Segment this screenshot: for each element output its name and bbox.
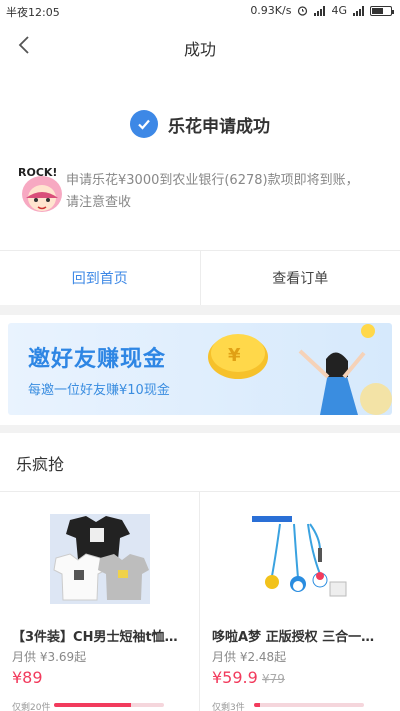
status-time: 半夜12:05 <box>6 6 60 19</box>
page-title: 成功 <box>183 40 216 59</box>
banner-subtitle: 每邀一位好友赚¥10现金 <box>28 383 170 398</box>
success-description: 申请乐花¥3000到农业银行(6278)款项即将到账，请注意查收 <box>66 173 359 210</box>
success-title: 乐花申请成功 <box>168 116 270 137</box>
back-home-button[interactable]: 回到首页 <box>0 251 200 305</box>
action-row: 回到首页 查看订单 <box>0 250 400 305</box>
network-speed: 0.93K/s <box>250 4 292 17</box>
product-card[interactable]: 【3件装】CH男士短袖t恤… 月供 ¥3.69起 ¥89 仅剩20件 <box>0 492 200 711</box>
alarm-icon <box>298 6 308 16</box>
product-price: ¥59.9 <box>212 668 258 687</box>
status-right: 0.93K/s 4G <box>250 4 394 17</box>
original-price: ¥79 <box>262 672 285 686</box>
doraemon-cable-product-image <box>250 514 350 604</box>
success-card: 乐花申请成功 ROCK! 申请乐花¥3000到农业银行(6278)款项即将到账，… <box>0 70 400 250</box>
stock-remaining: 仅剩20件 <box>12 703 51 711</box>
sticker-text: ROCK! <box>18 166 57 179</box>
invite-banner[interactable]: 邀好友赚现金 每邀一位好友赚¥10现金 ¥ <box>8 323 392 415</box>
network-type: 4G <box>331 4 347 17</box>
stock-progress-fill <box>54 703 131 707</box>
product-name: 哆啦A梦 正版授权 三合一… <box>212 630 375 645</box>
stock-progress-fill <box>254 703 260 707</box>
monthly-payment: 月供 ¥2.48起 <box>212 650 287 664</box>
product-card[interactable]: 哆啦A梦 正版授权 三合一… 月供 ¥2.48起 ¥59.9 ¥79 仅剩3件 <box>200 492 400 711</box>
stock-progress-bar <box>54 703 164 707</box>
check-circle-icon <box>130 110 158 138</box>
battery-icon <box>370 5 394 16</box>
nav-bar: 成功 <box>0 22 400 70</box>
signal-icon <box>314 5 326 16</box>
stock-remaining: 仅剩3件 <box>212 703 245 711</box>
deals-section: 乐疯抢 【3件装】CH男士短袖t恤… 月供 ¥3.69起 ¥89 仅剩20件 哆… <box>0 433 400 711</box>
banner-title: 邀好友赚现金 <box>28 347 167 372</box>
banner-section: 邀好友赚现金 每邀一位好友赚¥10现金 ¥ <box>0 315 400 425</box>
svg-text:¥: ¥ <box>228 345 241 366</box>
success-header: 乐花申请成功 <box>0 110 400 138</box>
signal-icon-2 <box>353 5 364 16</box>
product-name: 【3件装】CH男士短袖t恤… <box>12 630 178 645</box>
status-bar: 半夜12:05 0.93K/s 4G <box>0 0 400 22</box>
coin-girl-illustration-icon: ¥ <box>208 324 392 415</box>
view-order-button[interactable]: 查看订单 <box>199 251 400 305</box>
section-title: 乐疯抢 <box>16 455 65 474</box>
tshirt-product-image <box>50 514 150 604</box>
monthly-payment: 月供 ¥3.69起 <box>12 650 87 664</box>
stock-progress-bar <box>254 703 364 707</box>
product-price: ¥89 <box>12 668 43 687</box>
